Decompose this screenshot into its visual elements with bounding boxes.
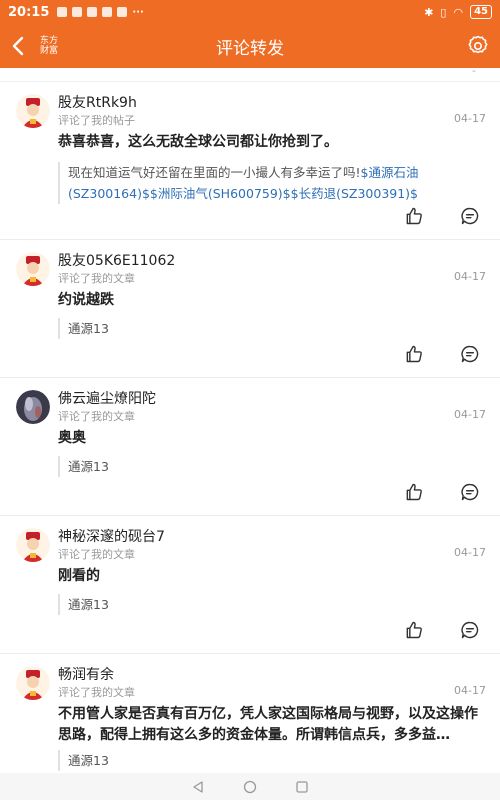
vibrate-icon: ▯ [440,5,447,19]
notification-icon [72,7,83,17]
back-button[interactable] [0,24,36,68]
battery-icon: 45 [470,5,492,19]
list-item[interactable]: 股友05K6E11062 评论了我的文章 04-17 约说越跌 通源13 [0,240,500,378]
back-icon [12,36,24,56]
like-icon[interactable] [404,482,424,502]
username[interactable]: 神秘深邃的砚台7 [58,526,165,546]
avatar[interactable] [16,94,50,128]
comment-icon[interactable] [460,206,480,226]
comment-icon[interactable] [460,482,480,502]
nav-home-icon[interactable] [243,780,257,794]
like-icon[interactable] [404,206,424,226]
avatar[interactable] [16,252,50,286]
status-time: 20:15 [8,4,50,20]
comment-meta: 评论了我的文章 [58,410,135,423]
username[interactable]: 股友05K6E11062 [58,250,175,270]
god-of-wealth-avatar [16,528,50,562]
app-icon [117,7,128,17]
quoted-post[interactable]: 通源13 [58,456,460,477]
tiktok-icon [57,7,68,17]
list-item[interactable]: 神秘深邃的砚台7 评论了我的文章 04-17 刚看的 通源13 [0,516,500,654]
comment-date: 04-17 [454,408,486,421]
avatar[interactable] [16,390,50,424]
item-actions [404,620,480,640]
comment-meta: 评论了我的文章 [58,686,135,699]
app-icon [102,7,113,17]
comment-text[interactable]: 刚看的 [58,566,486,587]
comment-list[interactable]: - 股友RtRk9h 评论了我的帖子 04-17 恭喜恭喜，这么无敌全球公司都让… [0,68,500,773]
quoted-post[interactable]: 通源13 [58,750,460,771]
quoted-post[interactable]: 通源13 [58,594,460,615]
god-of-wealth-avatar [16,94,50,128]
page-title: 评论转发 [216,38,284,59]
username[interactable]: 股友RtRk9h [58,92,137,112]
status-bar: 20:15 ··· ✱ ▯ ◠ 45 [0,0,500,24]
comment-text[interactable]: 奥奥 [58,428,486,449]
notification-icons: ··· [57,6,144,18]
system-nav-bar [0,773,500,800]
app-logo: 东方 财富 [39,36,58,56]
nav-recents-icon[interactable] [295,780,309,794]
comment-text[interactable]: 约说越跌 [58,290,486,311]
god-of-wealth-avatar [16,252,50,286]
avatar[interactable] [16,528,50,562]
app-icon [87,7,98,17]
previous-item-partial: - [0,68,500,82]
wifi-icon: ◠ [453,5,464,19]
comment-text[interactable]: 恭喜恭喜，这么无敌全球公司都让你抢到了。 [58,132,486,153]
comment-text[interactable]: 不用管人家是否真有百万亿，凭人家这国际格局与视野，以及这操作思路，配得上拥有这么… [58,704,486,746]
like-icon[interactable] [404,344,424,364]
avatar[interactable] [16,666,50,700]
quoted-post[interactable]: 通源13 [58,318,460,339]
comment-date: 04-17 [454,546,486,559]
item-actions [404,206,480,226]
bluetooth-icon: ✱ [424,5,434,19]
settings-icon[interactable] [466,34,490,58]
item-actions [404,482,480,502]
item-actions [404,344,480,364]
list-item[interactable]: 佛云遍尘燎阳陀 评论了我的文章 04-17 奥奥 通源13 [0,378,500,516]
quoted-post[interactable]: 现在知道运气好还留在里面的一小撮人有多幸运了吗!$通源石油(SZ300164)$… [58,162,460,204]
comment-icon[interactable] [460,344,480,364]
comment-date: 04-17 [454,112,486,125]
god-of-wealth-avatar [16,666,50,700]
comment-date: 04-17 [454,684,486,697]
list-item[interactable]: 股友RtRk9h 评论了我的帖子 04-17 恭喜恭喜，这么无敌全球公司都让你抢… [0,82,500,240]
comment-meta: 评论了我的帖子 [58,114,135,127]
comment-meta: 评论了我的文章 [58,548,135,561]
comment-meta: 评论了我的文章 [58,272,135,285]
like-icon[interactable] [404,620,424,640]
username[interactable]: 佛云遍尘燎阳陀 [58,388,156,408]
comment-date: 04-17 [454,270,486,283]
more-icon: ··· [132,6,144,18]
comment-icon[interactable] [460,620,480,640]
nav-back-icon[interactable] [191,780,205,794]
photo-avatar [16,390,50,424]
username[interactable]: 畅润有余 [58,664,114,684]
app-bar: 东方 财富 评论转发 [0,24,500,68]
list-item[interactable]: 畅润有余 评论了我的文章 04-17 不用管人家是否真有百万亿，凭人家这国际格局… [0,654,500,773]
